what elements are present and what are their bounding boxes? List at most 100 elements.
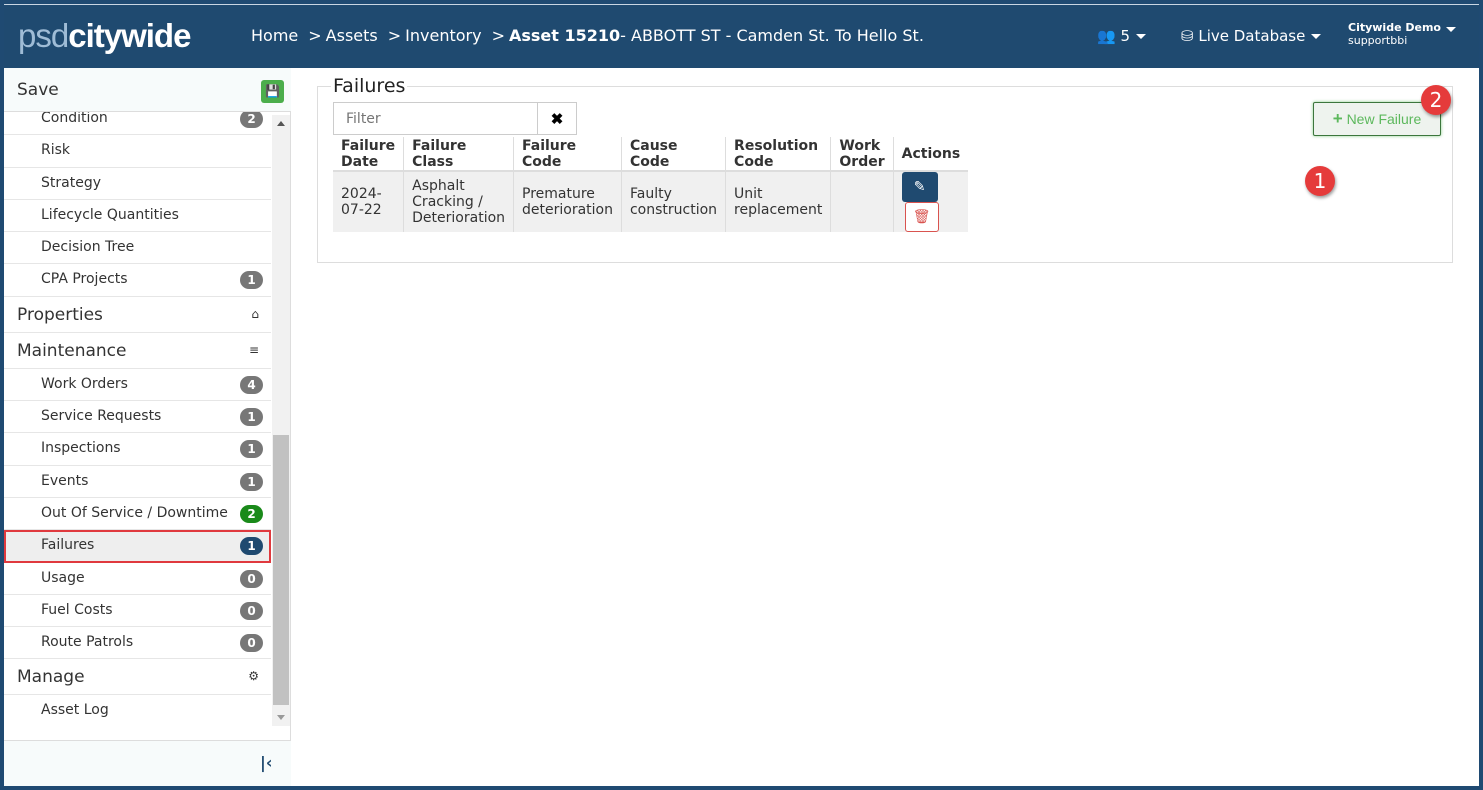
sidebar-item-usage[interactable]: Usage 0 bbox=[4, 563, 271, 595]
breadcrumb-home[interactable]: Home bbox=[251, 26, 298, 45]
scroll-down-icon[interactable] bbox=[277, 715, 285, 720]
sidebar-item-inspections[interactable]: Inspections 1 bbox=[4, 433, 271, 466]
sidebar-scrollbar[interactable] bbox=[272, 115, 290, 726]
sidebar-item-label: Strategy bbox=[41, 174, 101, 191]
sidebar-nav: Condition 2 Risk Strategy Lifecycle Quantiti… bbox=[4, 103, 271, 727]
sidebar-item-label: Properties bbox=[17, 304, 103, 325]
sidebar-item-failures[interactable]: Failures 1 bbox=[4, 530, 271, 563]
sidebar-item-label: Fuel Costs bbox=[41, 601, 113, 618]
sidebar-item-label: CPA Projects bbox=[41, 271, 128, 288]
count-badge: 1 bbox=[240, 472, 263, 491]
sidebar-item-lifecycle-quantities[interactable]: Lifecycle Quantities bbox=[4, 200, 271, 233]
col-failure-class[interactable]: Failure Class bbox=[403, 137, 515, 171]
table-row[interactable]: 2024-07-22 Asphalt Cracking / Deteriorat… bbox=[333, 170, 969, 232]
sidebar-item-label: Usage bbox=[41, 569, 85, 586]
database-icon: ⛁ bbox=[1181, 27, 1194, 45]
count-badge: 1 bbox=[240, 271, 263, 290]
count-badge: 0 bbox=[240, 634, 263, 653]
breadcrumb-inventory[interactable]: Inventory bbox=[405, 26, 481, 45]
col-resolution-code[interactable]: Resolution Code bbox=[725, 137, 832, 171]
sidebar-item-service-requests[interactable]: Service Requests 1 bbox=[4, 401, 271, 434]
filter-input[interactable] bbox=[333, 102, 538, 135]
sidebar-item-label: Decision Tree bbox=[41, 239, 135, 256]
sidebar-footer: |‹ bbox=[4, 740, 291, 786]
user-menu[interactable]: Citywide Demo supportbbi bbox=[1348, 21, 1456, 47]
sidebar: Save 💾 Condition 2 Risk Strategy Lifecycle Qu… bbox=[4, 68, 291, 786]
caret-down-icon bbox=[1446, 27, 1456, 32]
sidebar-item-route-patrols[interactable]: Route Patrols 0 bbox=[4, 627, 271, 660]
separator: > bbox=[308, 26, 322, 45]
users-dropdown[interactable]: 👥 5 bbox=[1097, 27, 1147, 45]
sidebar-item-cpa-projects[interactable]: CPA Projects 1 bbox=[4, 264, 271, 297]
col-failure-date[interactable]: Failure Date bbox=[333, 137, 405, 171]
logo[interactable]: psdcitywide bbox=[18, 17, 191, 55]
sidebar-section-maintenance[interactable]: Maintenance ≡ bbox=[4, 333, 271, 369]
breadcrumb-asset-desc: - ABBOTT ST - Camden St. To Hello St. bbox=[620, 26, 924, 45]
plus-icon: + bbox=[1332, 109, 1343, 128]
caret-down-icon bbox=[1311, 34, 1322, 39]
sidebar-item-label: Lifecycle Quantities bbox=[41, 206, 179, 223]
sidebar-item-work-orders[interactable]: Work Orders 4 bbox=[4, 369, 271, 402]
gear-icon: ⚙ bbox=[248, 669, 259, 684]
delete-button[interactable]: 🗑 bbox=[904, 202, 939, 232]
count-badge: 2 bbox=[240, 504, 263, 523]
save-icon[interactable]: 💾 bbox=[261, 80, 284, 103]
sidebar-item-label: Risk bbox=[41, 142, 71, 159]
col-failure-code[interactable]: Failure Code bbox=[513, 137, 622, 171]
cell-actions: ✎🗑 bbox=[893, 170, 969, 232]
sidebar-item-risk[interactable]: Risk bbox=[4, 135, 271, 168]
count-badge: 2 bbox=[240, 110, 263, 128]
cell-resolution-code: Unit replacement bbox=[725, 170, 832, 232]
count-badge: 4 bbox=[240, 375, 263, 394]
sidebar-item-label: Route Patrols bbox=[41, 634, 134, 651]
database-dropdown[interactable]: ⛁ Live Database bbox=[1181, 27, 1322, 45]
sidebar-item-label: Failures bbox=[41, 537, 95, 554]
col-actions: Actions bbox=[901, 145, 961, 162]
save-row[interactable]: Save 💾 bbox=[4, 68, 291, 112]
failures-table: Failure Date Failure Class Failure Code … bbox=[333, 137, 969, 232]
pencil-icon: ✎ bbox=[913, 179, 926, 195]
users-icon: 👥 bbox=[1097, 27, 1116, 45]
breadcrumb: Home > Assets > Inventory > Asset 15210- ABBOT… bbox=[251, 26, 934, 45]
sidebar-item-label: Asset Log bbox=[41, 702, 109, 719]
sidebar-item-label: Inspections bbox=[41, 440, 121, 457]
cell-failure-class: Asphalt Cracking / Deterioration bbox=[403, 170, 515, 232]
cell-cause-code: Faulty construction bbox=[621, 170, 727, 232]
top-navbar: psdcitywide Home > Assets > Inventory > Asset … bbox=[4, 5, 1479, 68]
sidebar-section-manage[interactable]: Manage ⚙ bbox=[4, 659, 271, 696]
sidebar-item-label: Events bbox=[41, 472, 89, 489]
collapse-sidebar-icon[interactable]: |‹ bbox=[260, 753, 272, 772]
sidebar-item-events[interactable]: Events 1 bbox=[4, 466, 271, 498]
edit-button[interactable]: ✎ bbox=[901, 172, 938, 202]
sidebar-item-label: Service Requests bbox=[41, 408, 162, 425]
page-title: Failures bbox=[331, 75, 408, 97]
sidebar-section-properties[interactable]: Properties ⌂ bbox=[4, 297, 271, 333]
count-badge: 0 bbox=[240, 601, 263, 620]
app-window: psdcitywide Home > Assets > Inventory > Asset … bbox=[4, 4, 1479, 786]
scroll-up-icon[interactable] bbox=[277, 121, 285, 126]
sidebar-item-label: Condition bbox=[41, 110, 108, 126]
scrollbar-thumb[interactable] bbox=[273, 435, 289, 705]
sidebar-item-fuel-costs[interactable]: Fuel Costs 0 bbox=[4, 595, 271, 628]
clear-filter-button[interactable]: ✖ bbox=[537, 102, 577, 135]
cell-failure-code: Premature deterioration bbox=[513, 170, 622, 232]
callout-marker-1: 1 bbox=[1305, 166, 1335, 196]
callout-marker-2: 2 bbox=[1421, 85, 1451, 115]
count-badge: 0 bbox=[240, 569, 263, 588]
caret-down-icon bbox=[1136, 34, 1147, 39]
sidebar-item-out-of-service-downtime[interactable]: Out Of Service / Downtime 2 bbox=[4, 498, 271, 531]
breadcrumb-assets[interactable]: Assets bbox=[326, 26, 378, 45]
count-badge: 1 bbox=[240, 537, 263, 556]
sidebar-item-label: Manage bbox=[17, 667, 85, 688]
col-cause-code[interactable]: Cause Code bbox=[621, 137, 727, 171]
sidebar-item-strategy[interactable]: Strategy bbox=[4, 168, 271, 200]
col-work-order[interactable]: Work Order bbox=[830, 137, 894, 171]
sidebar-item-decision-tree[interactable]: Decision Tree bbox=[4, 232, 271, 265]
cell-failure-date: 2024-07-22 bbox=[333, 170, 405, 232]
separator: > bbox=[491, 26, 505, 45]
cell-work-order bbox=[830, 170, 894, 232]
sidebar-item-label: Maintenance bbox=[17, 340, 127, 361]
sidebar-item-asset-log[interactable]: Asset Log bbox=[4, 695, 271, 727]
sidebar-item-label: Work Orders bbox=[41, 375, 128, 392]
sidebar-item-label: Out Of Service / Downtime bbox=[41, 504, 228, 521]
